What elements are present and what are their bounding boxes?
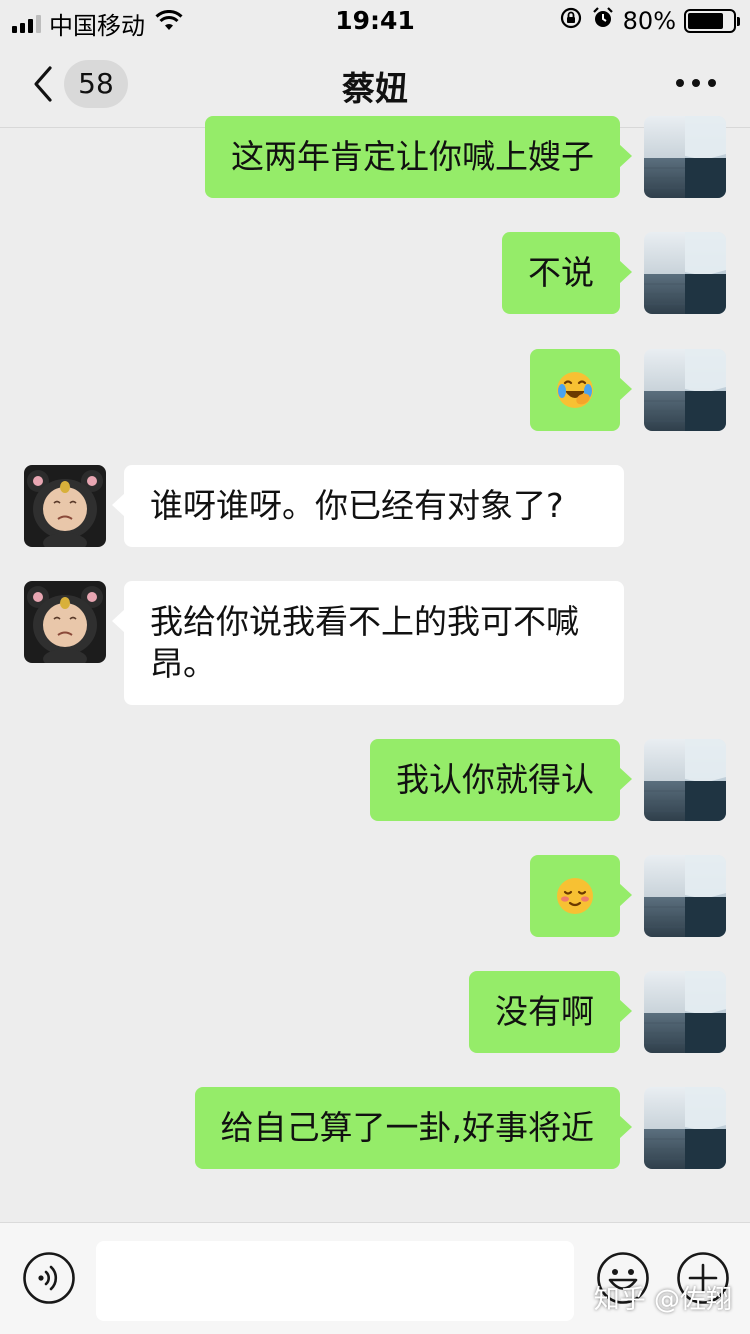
my-avatar[interactable] — [644, 232, 726, 314]
battery-fill — [688, 13, 724, 29]
laughing-tears-emoji — [557, 372, 593, 408]
message-input[interactable] — [96, 1241, 574, 1321]
my-avatar[interactable] — [644, 855, 726, 937]
sea-avatar-image — [644, 1087, 726, 1169]
message-line: 昂。 — [150, 644, 216, 683]
emoji-message-bubble[interactable] — [530, 349, 632, 431]
my-avatar[interactable] — [644, 739, 726, 821]
alarm-icon — [591, 6, 615, 36]
input-bar — [0, 1222, 750, 1334]
my-avatar[interactable] — [644, 349, 726, 431]
my-avatar[interactable] — [644, 116, 726, 198]
sea-avatar-image — [644, 349, 726, 431]
message-bubble[interactable]: 给自己算了一卦,好事将近 — [194, 1087, 632, 1169]
sea-avatar-image — [644, 739, 726, 821]
sea-avatar-image — [644, 116, 726, 198]
message-bubble[interactable]: 我认你就得认 — [370, 739, 632, 821]
sea-avatar-image — [644, 855, 726, 937]
more-dot — [692, 79, 700, 87]
message-bubble[interactable]: 这两年肯定让你喊上嫂子 — [205, 116, 632, 198]
sea-avatar-image — [644, 232, 726, 314]
contact-avatar[interactable] — [24, 581, 106, 663]
back-button[interactable] — [28, 64, 58, 104]
sea-avatar-image — [644, 971, 726, 1053]
message-bubble[interactable]: 没有啊 — [469, 971, 632, 1053]
message-bubble[interactable]: 我给你说我看不上的我可不喊 昂。 — [112, 581, 624, 705]
watermark: 知乎 @佐翔 — [593, 1285, 732, 1315]
emoji-message-bubble[interactable] — [530, 855, 632, 937]
contact-avatar[interactable] — [24, 465, 106, 547]
voice-button[interactable] — [22, 1251, 76, 1305]
my-avatar[interactable] — [644, 1087, 726, 1169]
blushing-emoji — [557, 878, 593, 914]
message-line: 我给你说我看不上的我可不喊 — [150, 602, 579, 641]
sad-bear-avatar-image — [24, 465, 106, 547]
chevron-left-icon — [34, 66, 52, 102]
chat-header: 58 蔡妞 — [0, 40, 750, 128]
orientation-lock-icon — [559, 6, 583, 36]
battery-icon — [684, 9, 740, 33]
message-bubble[interactable]: 谁呀谁呀。你已经有对象了? — [112, 465, 624, 547]
status-right: 80% — [559, 6, 740, 36]
more-dot — [708, 79, 716, 87]
more-button[interactable] — [676, 76, 716, 90]
message-bubble[interactable]: 不说 — [502, 232, 632, 314]
more-dot — [676, 79, 684, 87]
voice-icon — [23, 1252, 75, 1304]
my-avatar[interactable] — [644, 971, 726, 1053]
sad-bear-avatar-image — [24, 581, 106, 663]
status-bar: 中国移动 19:41 80% — [0, 0, 750, 40]
battery-label: 80% — [622, 7, 676, 35]
unread-count-badge[interactable]: 58 — [64, 60, 128, 108]
